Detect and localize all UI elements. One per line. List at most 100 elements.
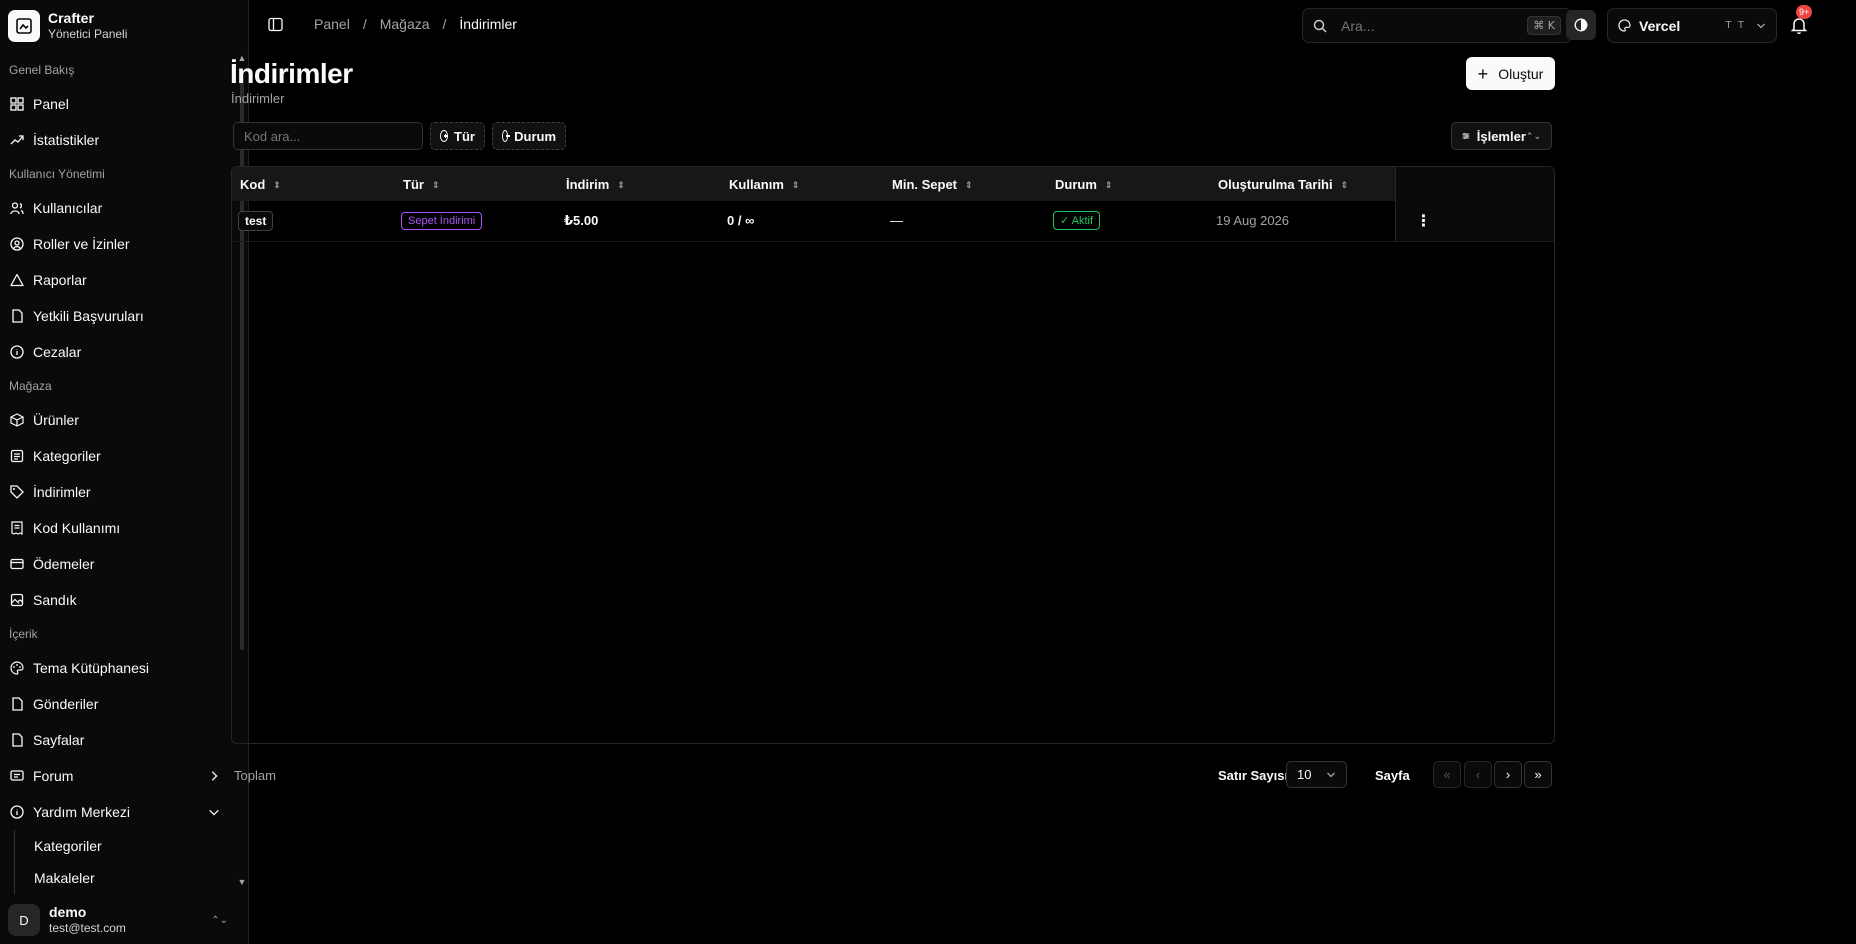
- info-icon: [10, 345, 24, 359]
- actions-button[interactable]: İşlemler ⌃⌄: [1451, 122, 1552, 150]
- cell-created: 19 Aug 2026: [1210, 201, 1395, 242]
- table-header-row: Kod ⇕ Tür ⇕ İndirim ⇕ Kullanım ⇕ Min. Sepet ⇕…: [232, 167, 1554, 201]
- sidebar-item-staff-applications[interactable]: Yetkili Başvuruları: [0, 298, 244, 334]
- list-icon: [10, 449, 24, 463]
- chevron-right-icon[interactable]: [208, 770, 220, 782]
- sidebar-item-posts[interactable]: Gönderiler: [0, 686, 244, 722]
- sort-icon: ⇕: [1104, 179, 1113, 190]
- sort-icon: ⇕: [965, 179, 973, 190]
- receipt-icon: [11, 521, 23, 535]
- sidebar-item-products[interactable]: Ürünler: [0, 402, 244, 438]
- wallet-icon: [10, 558, 24, 570]
- breadcrumb-panel[interactable]: Panel: [314, 16, 350, 32]
- notification-badge: 9+: [1796, 5, 1813, 19]
- theme-toggle-button[interactable]: [1566, 10, 1596, 40]
- col-header-created[interactable]: Oluşturulma Tarihi ⇕: [1210, 167, 1395, 201]
- actions-label: İşlemler: [1476, 128, 1526, 144]
- chevron-down-icon[interactable]: [208, 806, 220, 818]
- scroll-down-icon[interactable]: ▼: [236, 876, 248, 888]
- sidebar-item-roles[interactable]: Roller ve İzinler: [0, 226, 244, 262]
- user-name: demo: [49, 904, 87, 920]
- trending-icon: [10, 135, 24, 145]
- sidebar-item-forum[interactable]: Forum: [0, 758, 244, 794]
- col-label: Min. Sepet: [892, 176, 958, 192]
- sidebar-item-label: Sayfalar: [33, 732, 85, 748]
- theme-shortcut: T T: [1725, 20, 1746, 31]
- total-label: Toplam: [234, 768, 276, 783]
- cell-status: ✓ Aktif: [1047, 201, 1210, 242]
- sidebar-item-label: Cezalar: [33, 344, 82, 360]
- sidebar-subitem-articles[interactable]: Makaleler: [25, 862, 244, 894]
- alert-triangle-icon: [10, 273, 24, 287]
- prev-page-button[interactable]: ‹: [1464, 761, 1492, 788]
- search-input[interactable]: [1341, 17, 1501, 34]
- last-page-button[interactable]: »: [1524, 761, 1552, 788]
- plus-circle-icon: [440, 130, 449, 142]
- sidebar-item-label: Gönderiler: [33, 696, 99, 712]
- palette-icon: [10, 661, 24, 675]
- code-search-input[interactable]: [233, 122, 423, 150]
- sidebar-item-help-center[interactable]: Yardım Merkezi: [0, 794, 244, 830]
- cell-type: Sepet İndirimi: [395, 201, 558, 242]
- chevron-updown-icon: ⌃⌄: [1525, 130, 1541, 141]
- col-header-status[interactable]: Durum ⇕: [1047, 167, 1210, 201]
- type-filter-button[interactable]: Tür: [430, 122, 485, 150]
- breadcrumb: Panel / Mağaza / İndirimler: [314, 16, 517, 32]
- sidebar-item-pages[interactable]: Sayfalar: [0, 722, 244, 758]
- next-page-button[interactable]: ›: [1494, 761, 1522, 788]
- sidebar-item-payments[interactable]: Ödemeler: [0, 546, 244, 582]
- sidebar-item-users[interactable]: Kullanıcılar: [0, 190, 244, 226]
- brand[interactable]: Crafter Yönetici Paneli: [8, 8, 127, 44]
- brand-logo: [8, 10, 40, 42]
- cell-actions: ⋮: [1394, 201, 1554, 242]
- sidebar-item-penalties[interactable]: Cezalar: [0, 334, 244, 370]
- sidebar-subitem-categories[interactable]: Kategoriler: [25, 830, 244, 862]
- col-label: Kullanım: [729, 176, 784, 192]
- sidebar-item-statistics[interactable]: İstatistikler: [0, 122, 244, 158]
- sort-icon: ⇕: [1340, 179, 1349, 190]
- chevron-updown-icon: ⌃⌄: [211, 914, 228, 926]
- sidebar-item-crate[interactable]: Sandık: [0, 582, 244, 618]
- cell-code: test: [232, 201, 395, 242]
- more-vertical-icon[interactable]: ⋮: [1402, 213, 1432, 230]
- code-pill: test: [238, 210, 274, 231]
- image-icon: [10, 593, 24, 607]
- sliders-icon: [1462, 132, 1470, 140]
- search-box[interactable]: ⌘ K: [1302, 8, 1572, 43]
- col-header-type[interactable]: Tür ⇕: [395, 167, 558, 201]
- sidebar-item-panel[interactable]: Panel: [0, 86, 244, 122]
- table-row[interactable]: test Sepet İndirimi ₺5.00 0 / ∞ — ✓ Akti…: [232, 201, 1554, 242]
- chevrons-left-icon: «: [1443, 767, 1451, 782]
- sidebar-item-discounts[interactable]: İndirimler: [0, 474, 244, 510]
- status-filter-button[interactable]: Durum: [492, 122, 566, 150]
- cell-discount: ₺5.00: [558, 201, 721, 242]
- col-header-min-cart[interactable]: Min. Sepet ⇕: [884, 167, 1047, 201]
- first-page-button[interactable]: «: [1433, 761, 1461, 788]
- sidebar-item-categories[interactable]: Kategoriler: [0, 438, 244, 474]
- sidebar-toggle-icon[interactable]: [268, 17, 283, 32]
- col-header-discount[interactable]: İndirim ⇕: [558, 167, 721, 201]
- sidebar-item-reports[interactable]: Raporlar: [0, 262, 244, 298]
- col-header-actions: [1394, 167, 1554, 201]
- page-title: İndirimler: [230, 58, 353, 89]
- breadcrumb-store[interactable]: Mağaza: [380, 16, 430, 32]
- discounts-table: Kod ⇕ Tür ⇕ İndirim ⇕ Kullanım ⇕ Min. Sepet ⇕…: [231, 166, 1555, 744]
- sidebar-item-code-usage[interactable]: Kod Kullanımı: [0, 510, 244, 546]
- dashboard-icon: [10, 97, 24, 111]
- sidebar-item-label: Ödemeler: [33, 556, 95, 572]
- col-header-code[interactable]: Kod ⇕: [232, 167, 395, 201]
- create-button[interactable]: + Oluştur: [1466, 57, 1555, 90]
- col-label: İndirim: [566, 176, 610, 192]
- rows-per-page-select[interactable]: 10: [1286, 761, 1347, 788]
- theme-select[interactable]: Vercel T T: [1607, 8, 1777, 43]
- sidebar-item-theme-library[interactable]: Tema Kütüphanesi: [0, 650, 244, 686]
- plus-circle-icon: [502, 130, 510, 142]
- breadcrumb-separator: /: [442, 16, 447, 32]
- breadcrumb-current: İndirimler: [459, 16, 517, 32]
- user-menu[interactable]: D demo test@test.com ⌃⌄: [8, 900, 240, 940]
- sidebar-item-label: Tema Kütüphanesi: [33, 660, 149, 676]
- brand-subtitle: Yönetici Paneli: [48, 27, 128, 41]
- sidebar: Crafter Yönetici Paneli Genel Bakış Pane…: [0, 0, 249, 944]
- col-header-usage[interactable]: Kullanım ⇕: [721, 167, 884, 201]
- sort-icon: ⇕: [791, 179, 800, 190]
